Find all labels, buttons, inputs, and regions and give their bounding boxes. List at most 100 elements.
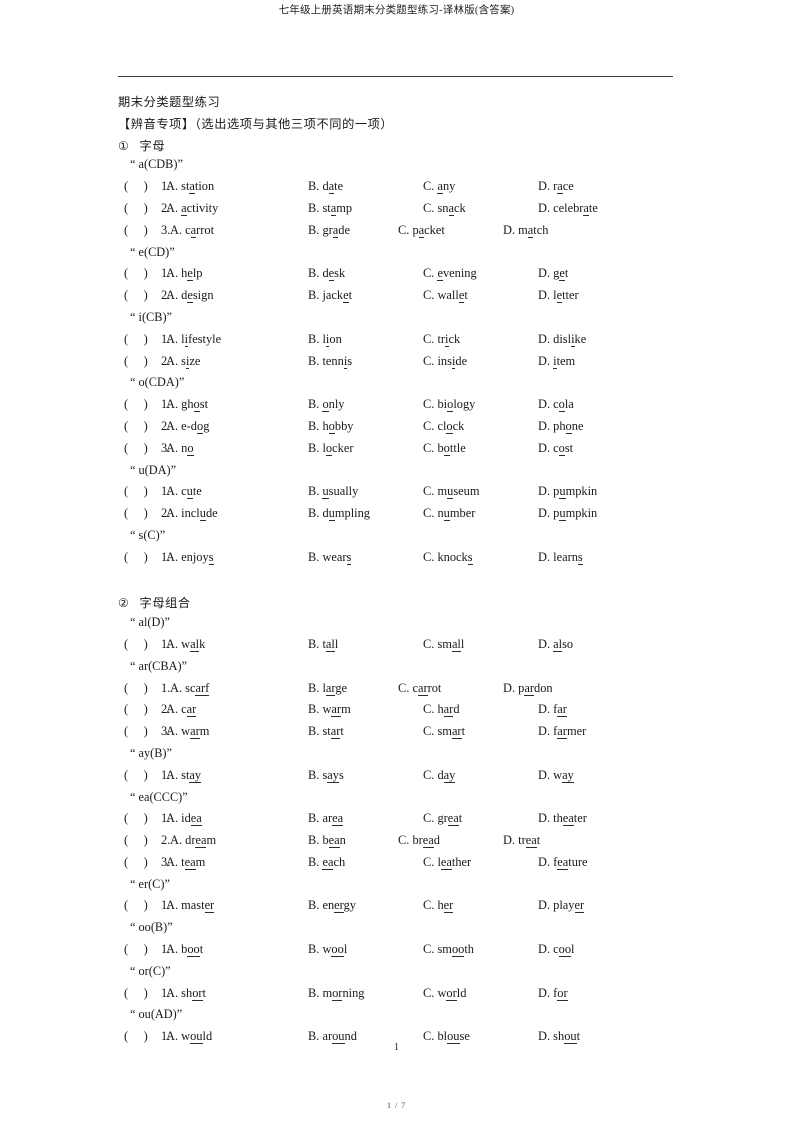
option-d[interactable]: D. farmer: [538, 724, 586, 740]
option-a[interactable]: A. size: [166, 353, 200, 369]
option-c[interactable]: C. day: [423, 767, 456, 783]
option-c[interactable]: C. small: [423, 636, 464, 652]
option-c[interactable]: C. bottle: [423, 440, 466, 456]
option-c[interactable]: C. evening: [423, 266, 477, 282]
option-b[interactable]: B. usually: [308, 484, 358, 500]
option-a[interactable]: A. lifestyle: [166, 331, 221, 347]
option-d[interactable]: D. player: [538, 898, 585, 914]
option-d[interactable]: D. dislike: [538, 331, 586, 347]
answer-bracket[interactable]: ( ): [124, 986, 148, 1001]
option-b[interactable]: B. locker: [308, 440, 353, 456]
option-d[interactable]: D. also: [538, 636, 573, 652]
option-d[interactable]: D. pumpkin: [538, 484, 597, 500]
option-d[interactable]: D. treat: [503, 833, 540, 849]
option-a[interactable]: A. idea: [166, 811, 202, 827]
answer-bracket[interactable]: ( ): [124, 506, 148, 521]
answer-bracket[interactable]: ( ): [124, 942, 148, 957]
option-d[interactable]: D. celebrate: [538, 200, 598, 216]
answer-bracket[interactable]: ( ): [124, 223, 148, 238]
option-c[interactable]: C. number: [423, 506, 475, 522]
option-b[interactable]: B. tennis: [308, 353, 352, 369]
option-b[interactable]: B. grade: [308, 222, 350, 238]
option-c[interactable]: C. her: [423, 898, 454, 914]
option-a[interactable]: A. design: [166, 288, 214, 304]
answer-bracket[interactable]: ( ): [124, 266, 148, 281]
option-a[interactable]: A. boot: [166, 942, 203, 958]
option-c[interactable]: C. knocks: [423, 549, 473, 565]
option-c[interactable]: C. world: [423, 985, 466, 1001]
option-d[interactable]: D. pumpkin: [538, 506, 597, 522]
option-c[interactable]: C. biology: [423, 397, 475, 413]
option-c[interactable]: C. snack: [423, 200, 466, 216]
option-d[interactable]: D. letter: [538, 288, 579, 304]
option-b[interactable]: B. dumpling: [308, 506, 370, 522]
option-c[interactable]: C. great: [423, 811, 462, 827]
option-d[interactable]: D. cola: [538, 397, 574, 413]
option-a[interactable]: A. no: [166, 440, 194, 456]
option-d[interactable]: D. get: [538, 266, 568, 282]
option-c[interactable]: C. smooth: [423, 942, 474, 958]
option-a[interactable]: A. ghost: [166, 397, 208, 413]
option-c[interactable]: C. bread: [398, 833, 440, 849]
option-b[interactable]: B. bean: [308, 833, 346, 849]
option-b[interactable]: B. energy: [308, 898, 356, 914]
option-a[interactable]: A. team: [166, 854, 205, 870]
option-c[interactable]: C. hard: [423, 702, 460, 718]
option-d[interactable]: D. far: [538, 702, 567, 718]
answer-bracket[interactable]: ( ): [124, 898, 148, 913]
option-c[interactable]: C. inside: [423, 353, 467, 369]
option-b[interactable]: B. wears: [308, 549, 352, 565]
option-d[interactable]: D. feature: [538, 854, 588, 870]
option-a[interactable]: A. car: [166, 702, 197, 718]
option-c[interactable]: C. trick: [423, 331, 460, 347]
option-c[interactable]: C. packet: [398, 222, 445, 238]
option-a[interactable]: A. enjoys: [166, 549, 214, 565]
option-a[interactable]: A. station: [166, 179, 214, 195]
option-b[interactable]: B. large: [308, 680, 347, 696]
answer-bracket[interactable]: ( ): [124, 811, 148, 826]
option-a[interactable]: A. cute: [166, 484, 202, 500]
option-a[interactable]: A. e-dog: [166, 418, 209, 434]
option-a[interactable]: A. dream: [170, 833, 216, 849]
answer-bracket[interactable]: ( ): [124, 397, 148, 412]
option-d[interactable]: D. match: [503, 222, 548, 238]
option-a[interactable]: A. walk: [166, 636, 205, 652]
answer-bracket[interactable]: ( ): [124, 332, 148, 347]
answer-bracket[interactable]: ( ): [124, 288, 148, 303]
answer-bracket[interactable]: ( ): [124, 768, 148, 783]
option-b[interactable]: B. jacket: [308, 288, 352, 304]
option-b[interactable]: B. lion: [308, 331, 342, 347]
option-c[interactable]: C. wallet: [423, 288, 468, 304]
option-d[interactable]: D. item: [538, 353, 575, 369]
option-b[interactable]: B. warm: [308, 702, 351, 718]
option-c[interactable]: C. carrot: [398, 680, 441, 696]
option-b[interactable]: B. stamp: [308, 200, 352, 216]
option-c[interactable]: C. any: [423, 179, 455, 195]
answer-bracket[interactable]: ( ): [124, 833, 148, 848]
answer-bracket[interactable]: ( ): [124, 702, 148, 717]
answer-bracket[interactable]: ( ): [124, 354, 148, 369]
option-d[interactable]: D. way: [538, 767, 574, 783]
option-d[interactable]: D. pardon: [503, 680, 553, 696]
option-b[interactable]: B. date: [308, 179, 343, 195]
option-a[interactable]: A. include: [166, 506, 218, 522]
option-b[interactable]: B. only: [308, 397, 345, 413]
option-d[interactable]: D. phone: [538, 418, 583, 434]
option-d[interactable]: D. for: [538, 985, 568, 1001]
option-b[interactable]: B. area: [308, 811, 344, 827]
option-d[interactable]: D. cool: [538, 942, 575, 958]
option-a[interactable]: A. short: [166, 985, 206, 1001]
answer-bracket[interactable]: ( ): [124, 550, 148, 565]
option-d[interactable]: D. learns: [538, 549, 583, 565]
option-c[interactable]: C. smart: [423, 724, 465, 740]
option-b[interactable]: B. desk: [308, 266, 345, 282]
option-a[interactable]: A. stay: [166, 767, 202, 783]
answer-bracket[interactable]: ( ): [124, 441, 148, 456]
option-b[interactable]: B. hobby: [308, 418, 353, 434]
option-b[interactable]: B. each: [308, 854, 345, 870]
answer-bracket[interactable]: ( ): [124, 637, 148, 652]
option-a[interactable]: A. carrot: [170, 222, 214, 238]
option-d[interactable]: D. theater: [538, 811, 587, 827]
answer-bracket[interactable]: ( ): [124, 201, 148, 216]
answer-bracket[interactable]: ( ): [124, 724, 148, 739]
